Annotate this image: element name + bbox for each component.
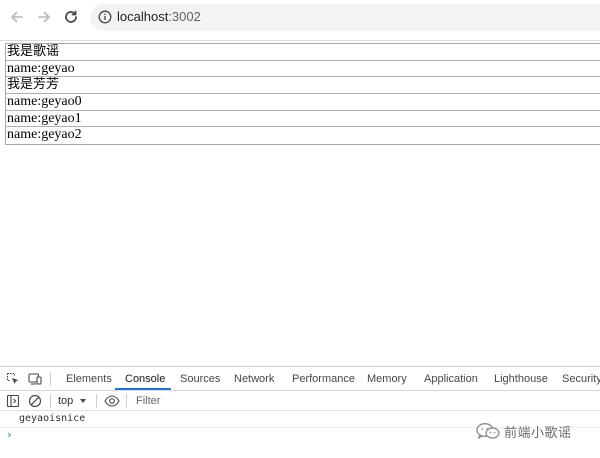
url-text: localhost:3002 xyxy=(117,9,201,24)
list-item: name:geyao1 xyxy=(6,111,600,128)
context-selector[interactable]: top xyxy=(58,393,73,409)
clear-console-icon[interactable] xyxy=(28,394,42,408)
url-port: :3002 xyxy=(168,9,201,24)
list-item: name:geyao xyxy=(6,61,600,78)
info-icon[interactable] xyxy=(98,10,112,24)
wechat-logo-icon xyxy=(476,423,500,439)
console-toolbar: top xyxy=(0,391,600,411)
filter-input[interactable] xyxy=(130,392,600,410)
tab-elements[interactable]: Elements xyxy=(66,367,112,391)
browser-toolbar: localhost:3002 xyxy=(0,0,600,36)
list-item: 我是歌谣 xyxy=(6,44,600,61)
active-tab-indicator xyxy=(115,388,171,390)
toolbar-separator xyxy=(50,372,51,386)
chevron-right-icon: › xyxy=(6,428,13,441)
caret-down-icon[interactable] xyxy=(80,399,86,403)
arrow-right-icon xyxy=(38,11,50,23)
address-bar[interactable]: localhost:3002 xyxy=(90,4,600,31)
forward-button[interactable] xyxy=(33,6,55,28)
tab-sources[interactable]: Sources xyxy=(180,367,220,391)
reload-icon xyxy=(65,10,77,23)
tab-network[interactable]: Network xyxy=(234,367,274,391)
list-item: name:geyao2 xyxy=(7,127,82,143)
tab-lighthouse[interactable]: Lighthouse xyxy=(494,367,548,391)
device-toolbar-icon[interactable] xyxy=(28,372,42,386)
devtools-tabbar: Elements Console Sources Network Perform… xyxy=(0,367,600,391)
page-content: 我是歌谣 name:geyao 我是芳芳 name:geyao0 name:ge… xyxy=(0,41,600,366)
console-message-text: geyaoisnice xyxy=(19,413,86,424)
reload-button[interactable] xyxy=(60,6,82,28)
tab-performance[interactable]: Performance xyxy=(292,367,355,391)
arrow-left-icon xyxy=(11,11,23,23)
tab-security[interactable]: Security xyxy=(562,367,600,391)
toolbar-separator xyxy=(126,394,127,408)
toolbar-separator xyxy=(96,394,97,408)
tab-memory[interactable]: Memory xyxy=(367,367,407,391)
watermark-text: 前端小歌谣 xyxy=(504,425,572,441)
list-item: name:geyao0 xyxy=(6,94,600,111)
inspect-element-icon[interactable] xyxy=(6,372,20,386)
back-button[interactable] xyxy=(6,6,28,28)
list-item: 我是芳芳 xyxy=(6,77,600,95)
devtools-panel: Elements Console Sources Network Perform… xyxy=(0,366,600,458)
item-list: 我是歌谣 name:geyao 我是芳芳 name:geyao0 name:ge… xyxy=(5,43,600,146)
sidebar-toggle-icon[interactable] xyxy=(6,394,20,408)
watermark: 前端小歌谣 xyxy=(475,420,572,442)
eye-icon[interactable] xyxy=(104,394,120,408)
tab-application[interactable]: Application xyxy=(424,367,478,391)
toolbar-separator xyxy=(50,394,51,408)
url-host: localhost xyxy=(117,9,169,24)
